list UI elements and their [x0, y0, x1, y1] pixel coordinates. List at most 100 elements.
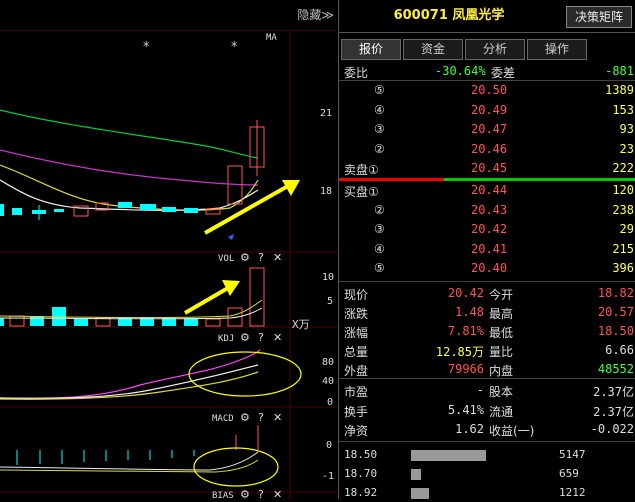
buy-level-label: ③: [374, 222, 385, 236]
stat-value: 20.42: [447, 286, 484, 300]
buy-level-label: ⑤: [374, 261, 385, 275]
sell-level-volume: 222: [612, 161, 634, 175]
buy-level-volume: 29: [619, 222, 634, 236]
stock-title: 600071 凤凰光学: [393, 8, 505, 23]
macd-close-icon[interactable]: ✕: [273, 411, 282, 424]
buy-level-price: 20.44: [471, 183, 508, 197]
sell-level-price: 20.49: [471, 102, 508, 117]
stat-label: 量比: [489, 345, 514, 359]
fundamental-label: 换手: [344, 404, 369, 419]
quote-panel: 600071 凤凰光学 决策矩阵 报价 资金 分析 操作 委比 -30.64% …: [338, 0, 635, 499]
stat-value: 6.66: [605, 343, 634, 357]
buy-level-price: 20.40: [471, 261, 508, 275]
depth-volume: 659: [559, 467, 579, 480]
kdj-tick: 0: [327, 397, 334, 408]
kdj-close-icon[interactable]: ✕: [273, 331, 282, 344]
macd-help-icon[interactable]: ?: [258, 411, 264, 424]
stat-value: 1.48: [455, 305, 484, 319]
tab-analysis[interactable]: 分析: [465, 39, 525, 60]
tab-funds[interactable]: 资金: [403, 39, 463, 60]
vol-tick: 10: [322, 272, 335, 283]
sell-level-label: ④: [374, 102, 385, 117]
buy-level-row: ⑤ 20.40 396: [339, 259, 635, 277]
macd-gear-icon[interactable]: ⚙: [240, 411, 250, 424]
weibi-row: 委比 -30.64% 委差 -881: [344, 64, 634, 80]
sell-level-label: ⑤: [374, 83, 385, 97]
hide-button[interactable]: 隐藏≫: [297, 6, 334, 23]
depth-row: 18.50 5147: [339, 446, 635, 464]
kdj-gear-icon[interactable]: ⚙: [240, 331, 250, 344]
decision-matrix-button[interactable]: 决策矩阵: [566, 6, 632, 28]
buy-level-volume: 120: [612, 183, 634, 197]
fundamental-value: -0.022: [590, 422, 634, 436]
fundamental-row: 净资 1.62 收益(一) -0.022: [339, 420, 635, 438]
kdj-label: KDJ: [218, 334, 235, 344]
fundamental-label: 市盈: [344, 385, 369, 399]
stat-value: 18.50: [597, 324, 634, 338]
sell-level-label: ②: [374, 141, 385, 156]
depth-bar: [411, 450, 486, 461]
ma-line-green: [0, 109, 259, 159]
bias-close-icon[interactable]: ✕: [273, 488, 282, 501]
buy-level-volume: 396: [612, 261, 634, 275]
stat-value: 18.82: [597, 286, 634, 300]
sell-level-price: 20.46: [471, 141, 508, 156]
depth-volume: 1212: [559, 486, 586, 499]
vol-unit: X万: [292, 318, 310, 331]
depth-price: 18.50: [344, 448, 378, 461]
stat-value: 20.57: [597, 305, 634, 319]
sell-level-row: ② 20.46 23: [339, 140, 635, 158]
sell-level-label: 卖盘①: [344, 163, 379, 177]
fundamental-row: 市盈 - 股本 2.37亿: [339, 381, 635, 399]
bias-gear-icon[interactable]: ⚙: [240, 488, 250, 501]
sell-level-volume: 23: [619, 141, 634, 156]
stats-row: 涨跌 1.48 最高 20.57: [339, 303, 635, 321]
kline-chart: [0, 30, 338, 500]
sell-level-row: ⑤ 20.50 1389: [339, 81, 635, 99]
sell-level-label: ③: [374, 122, 385, 136]
kdj-help-icon[interactable]: ?: [258, 331, 264, 344]
vol-label: VOL: [218, 254, 235, 264]
macd-label: MACD: [212, 414, 234, 424]
bias-help-icon[interactable]: ?: [258, 488, 264, 501]
vol-close-icon[interactable]: ✕: [273, 251, 282, 264]
buy-level-price: 20.43: [471, 202, 508, 217]
vol-gear-icon[interactable]: ⚙: [240, 251, 250, 264]
kdj-tick: 80: [322, 357, 335, 368]
stats-row: 总量 12.85万 量比 6.66: [339, 341, 635, 359]
stat-label: 内盘: [489, 364, 514, 378]
depth-price: 18.70: [344, 467, 378, 480]
stat-value: 12.85万: [435, 345, 484, 359]
macd-tick: 0: [326, 440, 333, 451]
stats-row: 现价 20.42 今开 18.82: [339, 284, 635, 302]
fundamental-row: 换手 5.41% 流通 2.37亿: [339, 401, 635, 419]
vol-help-icon[interactable]: ?: [258, 251, 264, 264]
fundamental-label: 净资: [344, 424, 369, 438]
depth-bar: [411, 469, 421, 480]
sell-level-row: ③ 20.47 93: [339, 120, 635, 138]
sell-level-price: 20.45: [471, 161, 508, 175]
stat-label: 今开: [489, 288, 514, 302]
depth-row: 18.70 659: [339, 465, 635, 483]
fundamental-value: 2.37亿: [593, 385, 634, 399]
fundamental-value: -: [476, 383, 484, 397]
tab-quote[interactable]: 报价: [341, 39, 401, 60]
macd-tick: -1: [322, 471, 335, 482]
fundamental-value: 2.37亿: [593, 404, 634, 419]
bias-label: BIAS: [212, 491, 234, 501]
fundamental-label: 股本: [489, 385, 514, 399]
fundamental-value: 1.62: [455, 422, 484, 436]
tab-operation[interactable]: 操作: [527, 39, 587, 60]
sell-level-price: 20.47: [471, 122, 508, 136]
buy-level-volume: 238: [612, 202, 634, 217]
sell-level-volume: 1389: [605, 83, 634, 97]
depth-price: 18.92: [344, 486, 378, 499]
stat-label: 现价: [344, 288, 369, 302]
sell-level-row: ④ 20.49 153: [339, 101, 635, 119]
candles: [0, 120, 265, 220]
chart-panel[interactable]: 隐藏≫ MA * * 21 18 VOL ⚙ ? ✕ 10 5 X万 KDJ ⚙…: [0, 0, 338, 501]
chart-top-bar: 隐藏≫: [0, 0, 338, 31]
sell-level-volume: 93: [619, 122, 634, 136]
sell-level-row: 卖盘① 20.45 222: [339, 159, 635, 177]
stat-value: 7.81%: [447, 324, 484, 338]
